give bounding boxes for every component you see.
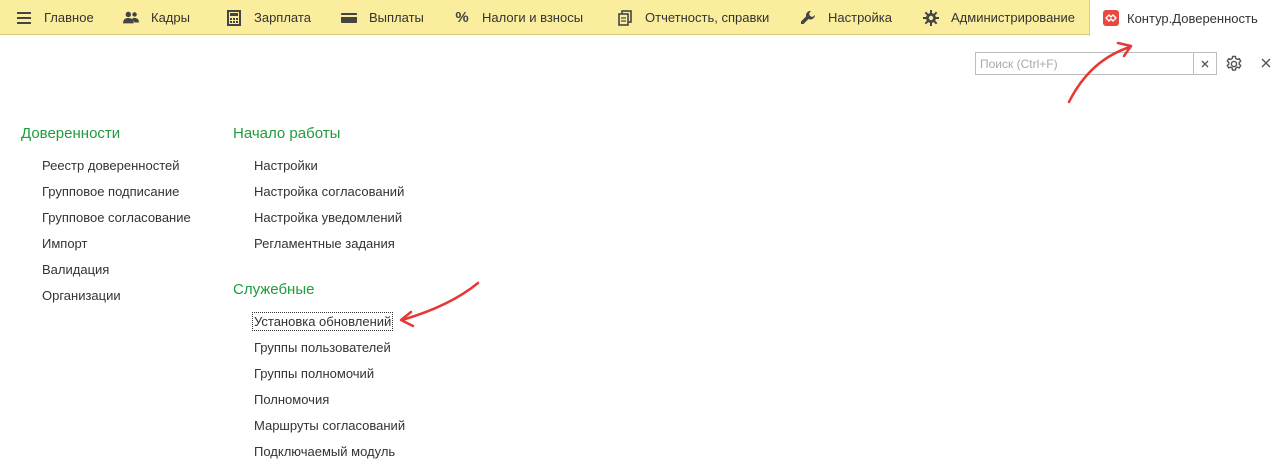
wrench-icon [800,10,816,26]
link-polnomochiya[interactable]: Полномочия [254,391,329,408]
nav-item-label: Администрирование [951,10,1075,25]
clear-icon [1201,60,1209,67]
users-icon [123,10,139,26]
link-gruppovoe-soglasovanie[interactable]: Групповое согласование [42,209,191,226]
link-gruppy-polzovateley[interactable]: Группы пользователей [254,339,391,356]
nav-item-kontur-doverennost[interactable]: Контур.Доверенность [1089,0,1275,36]
nav-item-label: Выплаты [369,10,424,25]
menu-icon [16,10,32,26]
nav-item-label: Зарплата [254,10,311,25]
nav-item-label: Контур.Доверенность [1127,10,1258,26]
link-nastroyka-uvedomleniy[interactable]: Настройка уведомлений [254,209,402,226]
link-ustanovka-obnovleniy[interactable]: Установка обновлений [251,312,394,331]
documents-icon [617,9,633,26]
link-nastroyka-soglasovaniy[interactable]: Настройка согласований [254,183,404,200]
link-nastroyki[interactable]: Настройки [254,157,318,174]
link-import[interactable]: Импорт [42,235,87,252]
nav-item-nalogi[interactable]: % Налоги и взносы [454,0,583,35]
link-marshruty-soglasovaniy[interactable]: Маршруты согласований [254,417,405,434]
percent-icon: % [455,9,469,26]
section-title-doverennosti: Доверенности [21,125,121,142]
close-icon [1261,58,1271,68]
search-input[interactable] [975,52,1194,75]
settings-button[interactable] [1225,55,1243,73]
gear-icon [923,9,939,26]
section-title-nachalo-raboty: Начало работы [233,125,341,142]
link-validatsiya[interactable]: Валидация [42,261,109,278]
nav-item-main[interactable]: Главное [16,0,94,35]
nav-item-label: Настройка [828,10,892,25]
nav-item-otchetnost[interactable]: Отчетность, справки [617,0,769,35]
nav-item-label: Налоги и взносы [482,10,584,25]
link-organizatsii[interactable]: Организации [42,287,121,304]
annotation-arrow-update-head [399,310,415,328]
nav-item-vyplaty[interactable]: Выплаты [341,0,424,35]
kontur-logo-icon [1103,10,1119,26]
nav-item-label: Главное [44,10,94,25]
calculator-icon [226,9,242,26]
search-clear-button[interactable] [1193,52,1217,75]
gear-icon [1226,55,1242,71]
nav-item-label: Кадры [151,10,190,25]
nav-item-kadry[interactable]: Кадры [123,0,190,35]
top-navigation: Главное Кадры Зарплата Выплаты % Налоги … [0,0,1275,36]
link-reglamentnye-zadaniya[interactable]: Регламентные задания [254,235,395,252]
link-gruppovoe-podpisanie[interactable]: Групповое подписание [42,183,179,200]
section-title-sluzhebnye: Служебные [233,281,315,298]
nav-item-nastroyka[interactable]: Настройка [800,0,892,35]
nav-item-zarplata[interactable]: Зарплата [226,0,311,35]
annotation-arrow-update [400,281,480,322]
nav-item-administrirovanie[interactable]: Администрирование [923,0,1075,35]
close-button[interactable] [1259,56,1273,70]
nav-item-label: Отчетность, справки [645,10,770,25]
link-reestr-doverennostey[interactable]: Реестр доверенностей [42,157,180,174]
link-podklyuchaemyy-modul[interactable]: Подключаемый модуль [254,443,395,460]
card-icon [341,10,357,26]
link-gruppy-polnomochiy[interactable]: Группы полномочий [254,365,374,382]
